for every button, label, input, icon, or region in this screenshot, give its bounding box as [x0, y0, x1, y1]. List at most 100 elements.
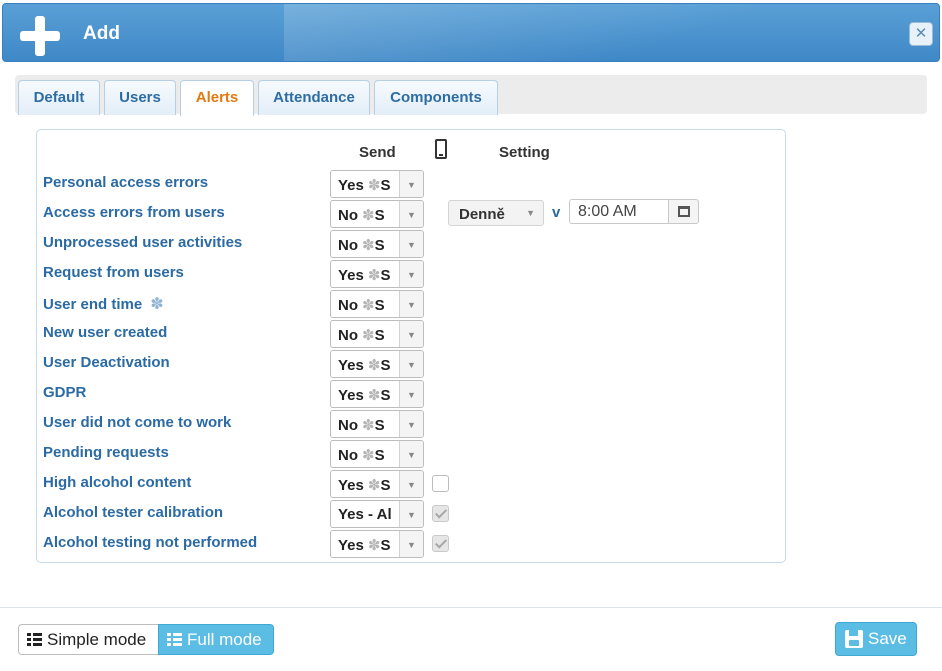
- dialog-title: Add: [83, 23, 120, 44]
- asterisk-icon: ✽: [362, 297, 375, 314]
- close-button[interactable]: ✕: [909, 22, 933, 46]
- send-select[interactable]: Yes ✽S ▼: [330, 260, 424, 288]
- asterisk-icon: ✽: [367, 267, 381, 284]
- chevron-down-icon: ▼: [399, 351, 423, 377]
- send-select[interactable]: No ✽S ▼: [330, 200, 424, 228]
- send-select-text: Yes ✽S: [338, 266, 396, 284]
- chevron-down-icon: ▼: [399, 171, 423, 197]
- tab-bar: Default Users Alerts Attendance Componen…: [15, 75, 927, 116]
- time-input[interactable]: [569, 199, 669, 224]
- send-value: No: [338, 327, 358, 344]
- tab-components[interactable]: Components: [374, 80, 498, 115]
- send-value: Yes: [338, 267, 364, 284]
- send-select[interactable]: No ✽S ▼: [330, 290, 424, 318]
- send-value: No: [338, 447, 358, 464]
- at-label: v: [552, 204, 561, 221]
- send-suffix: S: [374, 297, 385, 314]
- alert-label-text: Personal access errors: [43, 174, 209, 191]
- simple-mode-label: Simple mode: [47, 630, 147, 649]
- send-select[interactable]: No ✽S ▼: [330, 440, 424, 468]
- send-select[interactable]: No ✽S ▼: [330, 320, 424, 348]
- send-select-text: Yes ✽S: [338, 176, 396, 194]
- alert-label: User Deactivation: [43, 354, 170, 371]
- send-select[interactable]: Yes ✽S ▼: [330, 350, 424, 378]
- tab-users[interactable]: Users: [104, 80, 176, 115]
- send-suffix: S: [380, 267, 391, 284]
- tab-attendance[interactable]: Attendance: [258, 80, 370, 115]
- alert-label: Access errors from users: [43, 204, 225, 221]
- alert-label: Alcohol tester calibration: [43, 504, 223, 521]
- calendar-button[interactable]: [668, 199, 699, 224]
- send-select[interactable]: Yes ✽S ▼: [330, 530, 424, 558]
- tab-alerts[interactable]: Alerts: [180, 80, 254, 116]
- alert-label-text: Alcohol testing not performed: [43, 534, 258, 551]
- send-select[interactable]: Yes ✽S ▼: [330, 470, 424, 498]
- send-select[interactable]: No ✽S ▼: [330, 410, 424, 438]
- alert-label: GDPR: [43, 384, 86, 401]
- alert-label-text: Access errors from users: [43, 204, 225, 221]
- setting-header: Setting: [499, 144, 550, 161]
- send-suffix: S: [374, 237, 385, 254]
- asterisk-icon: ✽: [362, 447, 375, 464]
- asterisk-icon: ✽: [362, 327, 375, 344]
- alert-label-text: User Deactivation: [43, 354, 170, 371]
- send-suffix: S: [380, 177, 391, 194]
- chevron-down-icon: ▼: [399, 531, 423, 557]
- alert-label-text: User did not come to work: [43, 414, 232, 431]
- asterisk-icon: ✽: [362, 417, 375, 434]
- send-value: Yes: [338, 537, 364, 554]
- mobile-checkbox[interactable]: [432, 505, 449, 522]
- send-suffix: S: [380, 537, 391, 554]
- send-select-text: No ✽S: [338, 446, 396, 464]
- chevron-down-icon: ▼: [399, 471, 423, 497]
- send-select[interactable]: No ✽S ▼: [330, 230, 424, 258]
- simple-mode-button[interactable]: Simple mode: [18, 624, 159, 655]
- send-select[interactable]: Yes - Al ▼: [330, 500, 424, 528]
- send-suffix: S: [374, 447, 385, 464]
- alert-label: New user created: [43, 324, 167, 341]
- tab-default[interactable]: Default: [18, 80, 100, 115]
- chevron-down-icon: ▼: [399, 231, 423, 257]
- asterisk-icon: ✽: [367, 387, 381, 404]
- asterisk-icon: ✽: [362, 237, 375, 254]
- send-select-text: Yes ✽S: [338, 386, 396, 404]
- send-select-text: No ✽S: [338, 236, 396, 254]
- alert-label: Unprocessed user activities: [43, 234, 242, 251]
- send-value: Yes: [338, 357, 364, 374]
- chevron-down-icon: ▼: [399, 261, 423, 287]
- list-icon: [27, 633, 42, 646]
- send-select[interactable]: Yes ✽S ▼: [330, 380, 424, 408]
- asterisk-icon: ✽: [367, 177, 381, 194]
- send-value: No: [338, 417, 358, 434]
- period-select[interactable]: Denně ▼: [448, 200, 544, 226]
- send-select[interactable]: Yes ✽S ▼: [330, 170, 424, 198]
- send-value: No: [338, 237, 358, 254]
- mobile-checkbox[interactable]: [432, 535, 449, 552]
- asterisk-icon: ✽: [367, 477, 381, 494]
- alert-label: User did not come to work: [43, 414, 231, 431]
- send-value: No: [338, 207, 358, 224]
- save-button[interactable]: Save: [835, 622, 917, 656]
- asterisk-icon: ✽: [362, 207, 375, 224]
- alerts-panel: Send Setting Personal access errors Yes ✽S…: [36, 129, 786, 563]
- send-value: No: [338, 297, 358, 314]
- full-mode-button[interactable]: Full mode: [158, 624, 274, 655]
- alert-label-text: High alcohol content: [43, 474, 192, 491]
- alert-label: Request from users: [43, 264, 184, 281]
- alert-label-text: Unprocessed user activities: [43, 234, 243, 251]
- alert-label: User end time ✽: [43, 294, 164, 314]
- alert-label: Personal access errors: [43, 174, 208, 191]
- footer-divider: [0, 607, 942, 608]
- alert-label-text: Alcohol tester calibration: [43, 504, 224, 521]
- chevron-down-icon: ▼: [399, 291, 423, 317]
- alert-label-text: Request from users: [43, 264, 184, 281]
- send-select-text: Yes - Al: [338, 506, 396, 523]
- save-label: Save: [868, 629, 907, 648]
- send-select-text: No ✽S: [338, 416, 396, 434]
- full-mode-label: Full mode: [187, 630, 262, 649]
- alert-label: High alcohol content: [43, 474, 191, 491]
- period-value: Denně: [459, 206, 505, 223]
- send-value: Yes: [338, 477, 364, 494]
- mobile-checkbox[interactable]: [432, 475, 449, 492]
- send-value: Yes: [338, 387, 364, 404]
